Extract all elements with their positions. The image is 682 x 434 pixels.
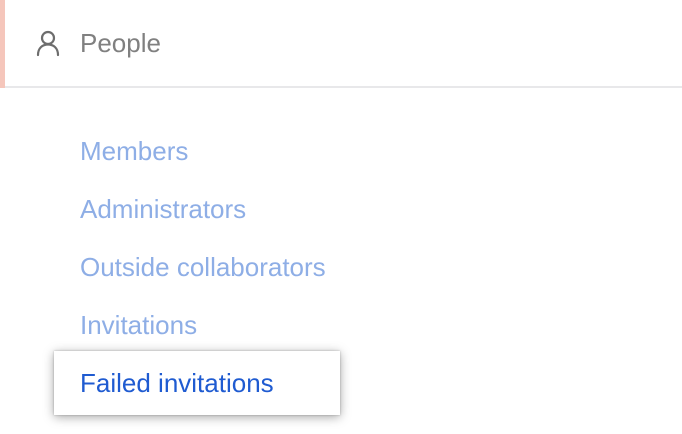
subnav-item-outside-collaborators[interactable]: Outside collaborators [80,250,326,284]
section-title: People [80,28,161,58]
person-icon [34,29,62,57]
people-sidebar-nav: People Members Administrators Outside co… [0,0,682,434]
subnav-item-failed-invitations[interactable]: Failed invitations [80,366,274,400]
subnav-item-administrators[interactable]: Administrators [80,192,246,226]
people-section-header[interactable]: People [0,0,682,88]
header-accent-bar [0,0,5,88]
subnav-item-invitations[interactable]: Invitations [80,308,197,342]
subnav-item-members[interactable]: Members [80,134,188,168]
